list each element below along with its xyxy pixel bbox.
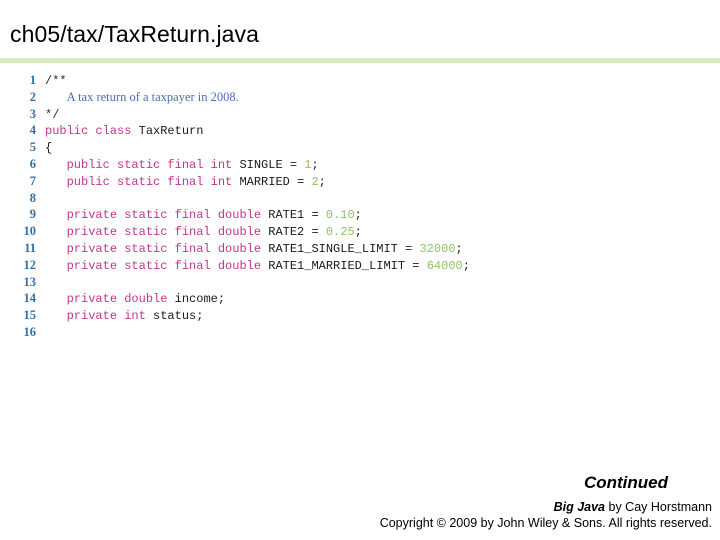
code-line-text: private int status; (36, 308, 720, 325)
line-number: 16 (23, 324, 37, 339)
code-line: 16 (0, 324, 720, 341)
code-line: 14 private double income; (0, 290, 720, 307)
code-token-punct: ; (196, 309, 204, 324)
code-token-kw: public static final int (66, 157, 240, 172)
code-token-punct (45, 175, 67, 189)
footer-byline: by Cay Horstmann (605, 500, 712, 514)
line-number: 3 (29, 106, 36, 121)
code-token-kw: private static final double (66, 241, 269, 256)
code-token-num: 0.25 (325, 225, 355, 240)
line-number: 4 (29, 123, 36, 138)
code-line-text: public static final int SINGLE = 1; (36, 157, 720, 174)
code-line: 1 /** (0, 72, 720, 89)
footer-credit: Big Java by Cay Horstmann (554, 500, 712, 514)
code-line-text: private static final double RATE1 = 0.10… (36, 207, 720, 224)
code-token-kw: public static final int (66, 174, 240, 189)
code-line: 8 (0, 190, 720, 207)
code-token-punct: ; (462, 258, 470, 273)
code-line-text: */ (36, 107, 720, 124)
code-line-text: private static final double RATE1_MARRIE… (36, 258, 720, 275)
code-line-text: A tax return of a taxpayer in 2008. (36, 89, 720, 107)
code-listing: 1/** 2 A tax return of a taxpayer in 2008… (0, 72, 720, 341)
line-number: 9 (29, 207, 36, 222)
code-token-punct: ; (318, 174, 326, 189)
code-token-punct (45, 292, 67, 306)
code-line-text: private static final double RATE2 = 0.25… (36, 224, 720, 241)
footer-book-title: Big Java (553, 500, 606, 514)
code-token-comment: A tax return of a taxpayer in 2008. (66, 89, 239, 104)
page-title: ch05/tax/TaxReturn.java (10, 21, 260, 47)
line-number: 6 (29, 156, 36, 171)
line-number: 2 (29, 89, 36, 104)
line-number: 5 (29, 140, 36, 155)
code-line: 4 public class TaxReturn (0, 122, 720, 139)
code-token-id: RATE2 = (268, 225, 326, 240)
line-number: 10 (23, 224, 37, 239)
code-line: 12 private static final double RATE1_MAR… (0, 257, 720, 274)
code-token-punct (45, 158, 67, 172)
line-number: 13 (23, 274, 37, 289)
code-line: 11 private static final double RATE1_SIN… (0, 240, 720, 257)
title-divider-rule (0, 58, 720, 63)
code-token-id: MARRIED = (239, 174, 312, 189)
code-token-punct: ; (311, 157, 319, 172)
code-token-punct: ; (217, 292, 226, 307)
code-line-text: { (36, 140, 720, 157)
code-token-punct (45, 259, 67, 273)
code-token-kw: private double (66, 292, 175, 307)
code-token-num: 0.10 (325, 208, 355, 223)
code-line: 5{ (0, 139, 720, 156)
code-line-text: private double income; (36, 291, 720, 308)
code-token-punct: ; (455, 241, 463, 256)
line-number: 14 (23, 291, 37, 306)
code-line-text: public class TaxReturn (36, 123, 720, 140)
code-token-punct (45, 208, 67, 222)
line-number: 12 (23, 257, 37, 272)
code-token-kw: private int (66, 309, 154, 324)
continued-label: Continued (583, 473, 668, 492)
code-token-kw: public class (45, 124, 139, 139)
code-line: 13 (0, 274, 720, 291)
code-line: 2 A tax return of a taxpayer in 2008. (0, 89, 720, 106)
code-token-id: RATE1_SINGLE_LIMIT = (268, 241, 420, 256)
code-token-punct (45, 309, 67, 323)
code-token-num: 64000 (426, 258, 463, 273)
code-token-punct: ; (354, 225, 362, 240)
code-token-num: 2 (311, 174, 319, 189)
code-token-kw: private static final double (66, 258, 269, 273)
code-token-punct (45, 242, 67, 256)
code-token-cdelim: */ (45, 107, 60, 122)
code-line: 3 */ (0, 106, 720, 123)
code-token-cdelim: /** (45, 74, 67, 88)
line-number: 15 (23, 308, 37, 323)
code-line: 7 public static final int MARRIED = 2; (0, 173, 720, 190)
line-number: 1 (29, 73, 36, 87)
code-line: 15 private int status; (0, 307, 720, 324)
code-token-id: status (153, 309, 197, 324)
code-token-punct (45, 91, 67, 105)
code-token-id: income (174, 292, 218, 307)
code-token-punct: { (45, 141, 53, 156)
code-token-id: SINGLE = (239, 157, 305, 172)
line-number: 11 (24, 240, 36, 255)
code-token-id: RATE1 = (268, 208, 326, 223)
footer-copyright: Copyright © 2009 by John Wiley & Sons. A… (379, 516, 712, 530)
code-line: 6 public static final int SINGLE = 1; (0, 156, 720, 173)
code-line-text: public static final int MARRIED = 2; (36, 174, 720, 191)
code-token-punct: ; (354, 208, 362, 223)
code-token-kw: private static final double (66, 225, 269, 240)
code-token-punct (45, 225, 67, 239)
line-number: 8 (29, 190, 36, 205)
code-token-id: TaxReturn (138, 124, 204, 139)
code-token-kw: private static final double (66, 208, 269, 223)
line-number: 7 (29, 173, 36, 188)
code-line: 10 private static final double RATE2 = 0… (0, 223, 720, 240)
code-line-text: private static final double RATE1_SINGLE… (36, 241, 720, 258)
code-line: 9 private static final double RATE1 = 0.… (0, 206, 720, 223)
code-line-text: /** (36, 73, 720, 90)
code-token-id: RATE1_MARRIED_LIMIT = (268, 258, 427, 273)
code-token-num: 32000 (419, 241, 456, 256)
